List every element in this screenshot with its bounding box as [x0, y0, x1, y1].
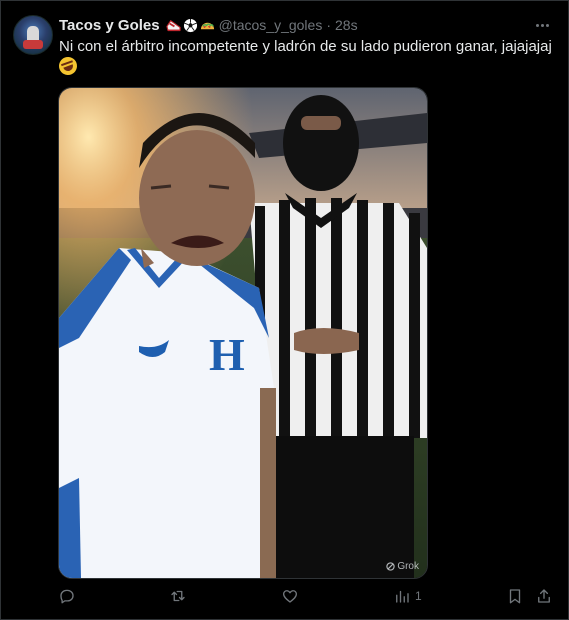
- views-chart-icon: [396, 590, 409, 603]
- heart-icon: [282, 590, 298, 603]
- separator-dot: ·: [326, 17, 331, 33]
- post-timestamp[interactable]: 28s: [335, 17, 358, 33]
- views-count: 1: [415, 589, 422, 603]
- grok-icon: [386, 562, 396, 571]
- post-text-block: Ni con el árbitro incompetente y ladrón …: [56, 37, 554, 78]
- repost-button[interactable]: [169, 587, 191, 605]
- bookmark-icon: [509, 589, 521, 604]
- post-header: Tacos y Goles @tacos_y_goles · 28s: [59, 15, 358, 35]
- repost-icon: [171, 590, 185, 602]
- avatar[interactable]: [13, 15, 53, 55]
- action-bar: 1: [56, 587, 556, 609]
- reply-button[interactable]: [58, 587, 80, 605]
- views-button[interactable]: 1: [393, 587, 422, 605]
- grok-watermark: Grok: [386, 561, 419, 572]
- svg-text:H: H: [209, 329, 245, 380]
- author-name[interactable]: Tacos y Goles: [59, 17, 160, 34]
- reply-icon: [60, 589, 74, 604]
- more-options-icon[interactable]: [532, 15, 552, 35]
- taco-icon: [200, 22, 214, 29]
- soccer-ball-icon: [183, 18, 197, 32]
- post-text: Ni con el árbitro incompetente y ladrón …: [59, 38, 552, 55]
- bookmark-button[interactable]: [506, 587, 524, 605]
- post-container[interactable]: Tacos y Goles @tacos_y_goles · 28s Ni co…: [0, 0, 569, 620]
- rolling-laughing-emoji-icon: [56, 54, 80, 78]
- share-icon: [538, 589, 550, 603]
- share-button[interactable]: [535, 587, 553, 605]
- name-emojis: [165, 18, 215, 33]
- grok-label: Grok: [397, 561, 419, 572]
- author-handle[interactable]: @tacos_y_goles: [219, 17, 323, 33]
- avatar-figure-base: [23, 40, 43, 49]
- more-dot: [540, 23, 544, 27]
- soccer-shoe-icon: [165, 19, 181, 31]
- post-image[interactable]: H Grok: [58, 87, 428, 579]
- post-image-art: H: [59, 88, 427, 578]
- more-dot: [545, 23, 549, 27]
- more-dot: [535, 23, 539, 27]
- like-button[interactable]: [281, 587, 303, 605]
